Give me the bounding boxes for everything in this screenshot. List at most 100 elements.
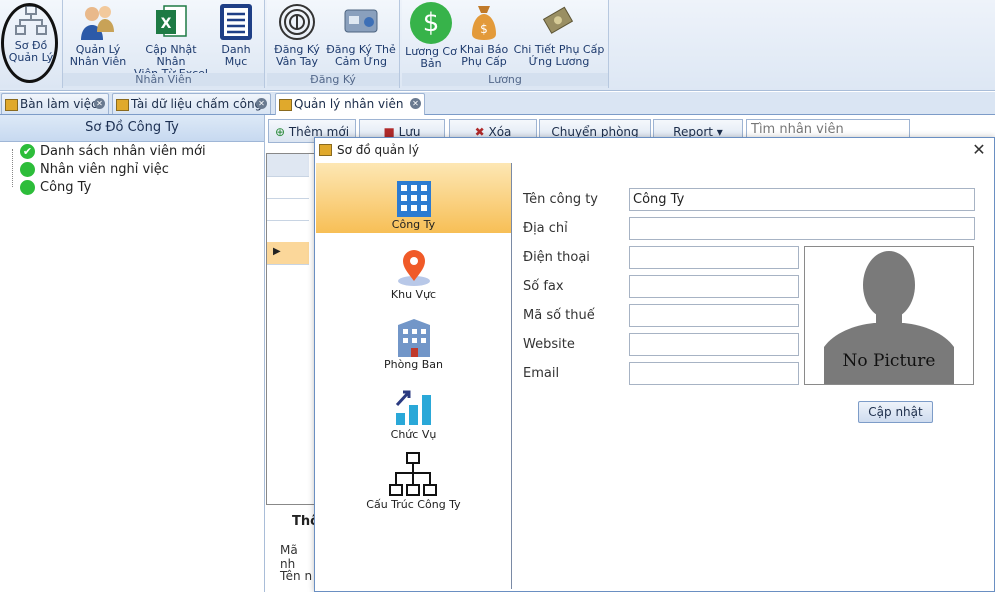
- quan-ly-label-2: Nhân Viên: [69, 55, 127, 68]
- money-bag-icon: $: [464, 2, 504, 42]
- tab-label: Bàn làm việc: [20, 97, 98, 111]
- khai-bao-phu-cap-button[interactable]: $ Khai Báo Phụ Cấp: [458, 2, 510, 68]
- ribbon: Sơ Đồ Quản Lý Quản Lý Nhân Viên X Cập Nh…: [0, 0, 995, 91]
- dialog-titlebar[interactable]: Sơ đồ quản lý ✕: [315, 138, 994, 162]
- close-icon[interactable]: ✕: [970, 138, 988, 162]
- fingerprint-icon: [277, 2, 317, 42]
- tab-tai-du-lieu[interactable]: Tài dữ liệu chấm công ✕: [112, 93, 271, 114]
- so-do-quan-ly-dialog: Sơ đồ quản lý ✕ Công Ty Khu Vực Phòng Ba…: [314, 137, 995, 592]
- ribbon-group-nhan-vien: Quản Lý Nhân Viên X Cập Nhật Nhân Viên T…: [63, 0, 265, 88]
- dialog-nav: Công Ty Khu Vực Phòng Ban Chức Vụ Cấu Tr…: [316, 163, 512, 589]
- close-icon[interactable]: ✕: [410, 98, 421, 109]
- tree-item-label: Danh sách nhân viên mới: [40, 144, 206, 159]
- add-icon: ⊕: [274, 125, 289, 139]
- group-label-dang-ky: Đăng Ký: [267, 73, 399, 86]
- the-label-2: Cảm Ứng: [334, 55, 388, 68]
- address-field[interactable]: [629, 217, 975, 240]
- nav-label: Phòng Ban: [383, 358, 444, 371]
- table-row[interactable]: ▶: [267, 242, 309, 265]
- company-name-label: Tên công ty: [523, 192, 598, 207]
- website-field[interactable]: [629, 333, 799, 356]
- nav-item-cong-ty[interactable]: Công Ty: [316, 163, 511, 233]
- group-label-luong: Lương: [402, 73, 608, 86]
- phone-label: Điện thoại: [523, 250, 590, 265]
- tree-item-label: Nhân viên nghỉ việc: [40, 162, 169, 177]
- tax-code-label: Mã số thuế: [523, 308, 595, 323]
- check-icon: ✔: [20, 144, 35, 159]
- nav-item-cau-truc[interactable]: Cấu Trúc Công Ty: [316, 443, 511, 513]
- highlight-ellipse: [1, 3, 58, 83]
- employees-icon: [78, 2, 118, 42]
- location-pin-icon: [394, 247, 434, 290]
- growth-chart-icon: [394, 387, 434, 430]
- company-logo-picture[interactable]: No Picture: [804, 246, 974, 385]
- chi-tiet-label-2: Ứng Lương: [528, 55, 590, 68]
- svg-text:X: X: [161, 16, 172, 32]
- nav-item-chuc-vu[interactable]: Chức Vụ: [316, 373, 511, 443]
- group-label-nhan-vien: Nhân Viên: [63, 73, 264, 86]
- luong-co-ban-button[interactable]: $ Lương Cơ Bản: [404, 2, 458, 70]
- tab-icon: [116, 99, 129, 111]
- quan-ly-nhan-vien-button[interactable]: Quản Lý Nhân Viên: [65, 2, 131, 68]
- status-dot-icon: [20, 162, 35, 177]
- tab-quan-ly-nhan-vien[interactable]: Quản lý nhân viên ✕: [275, 93, 425, 115]
- building-icon: [395, 179, 433, 222]
- email-label: Email: [523, 366, 560, 381]
- close-icon[interactable]: ✕: [94, 98, 105, 109]
- cap-nhat-excel-button[interactable]: X Cập Nhật Nhân Viên Từ Excel: [131, 2, 211, 80]
- document-tabs: Bàn làm việc ✕ Tài dữ liệu chấm công ✕ Q…: [0, 92, 995, 115]
- tree-item-label: Công Ty: [40, 180, 92, 195]
- tab-ban-lam-viec[interactable]: Bàn làm việc ✕: [1, 93, 109, 114]
- ribbon-group-dang-ky: Đăng Ký Vân Tay Đăng Ký Thẻ Cảm Ứng Đăng…: [267, 0, 400, 88]
- khai-bao-label-2: Phụ Cấp: [461, 55, 507, 68]
- danh-muc-button[interactable]: Danh Mục: [213, 2, 259, 68]
- nav-label: Công Ty: [391, 218, 436, 231]
- website-label: Website: [523, 337, 575, 352]
- cash-icon: [539, 2, 579, 42]
- dollar-icon: $: [410, 2, 452, 44]
- danh-muc-label-2: Mục: [224, 55, 248, 68]
- table-row[interactable]: [267, 198, 309, 221]
- office-building-icon: [394, 317, 434, 362]
- nav-label: Cấu Trúc Công Ty: [366, 498, 461, 511]
- grid-header: [267, 154, 309, 177]
- detail-label-1: Mã nh: [280, 543, 298, 571]
- update-button[interactable]: Cập nhật: [858, 401, 933, 423]
- cap-nhat-label-1: Cập Nhật Nhân: [145, 43, 197, 68]
- nav-label: Khu Vực: [390, 288, 437, 301]
- nav-item-phong-ban[interactable]: Phòng Ban: [316, 303, 511, 373]
- dang-ky-van-tay-button[interactable]: Đăng Ký Vân Tay: [269, 2, 325, 68]
- luong-co-ban-label-2: Bản: [420, 57, 442, 70]
- tab-label: Quản lý nhân viên: [294, 97, 404, 111]
- employee-grid[interactable]: ▶: [266, 153, 318, 505]
- no-picture-text: No Picture: [842, 351, 936, 371]
- fax-field[interactable]: [629, 275, 799, 298]
- detail-label-2: Tên n: [280, 569, 313, 583]
- address-label: Địa chỉ: [523, 221, 568, 236]
- chi-tiet-phu-cap-button[interactable]: Chi Tiết Phụ Cấp Ứng Lương: [512, 2, 606, 68]
- detail-area: Thô Mã nh Tên n: [266, 508, 319, 592]
- close-icon[interactable]: ✕: [256, 98, 267, 109]
- dang-ky-the-button[interactable]: Đăng Ký Thẻ Cảm Ứng: [325, 2, 397, 68]
- excel-icon: X: [154, 2, 188, 42]
- table-row[interactable]: [267, 220, 309, 243]
- tax-code-field[interactable]: [629, 304, 799, 327]
- left-panel: Sơ Đồ Công Ty ✔ Danh sách nhân viên mới …: [0, 115, 265, 592]
- ribbon-group-luong: $ Lương Cơ Bản $ Khai Báo Phụ Cấp Chi Ti…: [402, 0, 609, 88]
- ribbon-group-so-do: Sơ Đồ Quản Lý: [0, 0, 63, 88]
- company-name-field[interactable]: Công Ty: [629, 188, 975, 211]
- table-row[interactable]: [267, 176, 309, 199]
- hierarchy-icon: [388, 451, 438, 502]
- phone-field[interactable]: [629, 246, 799, 269]
- nav-item-khu-vuc[interactable]: Khu Vực: [316, 233, 511, 303]
- status-dot-icon: [20, 180, 35, 195]
- svg-text:$: $: [480, 22, 488, 36]
- left-panel-title: Sơ Đồ Công Ty: [0, 115, 264, 142]
- nav-label: Chức Vụ: [390, 428, 437, 441]
- tab-label: Tài dữ liệu chấm công: [131, 97, 263, 111]
- dialog-title: Sơ đồ quản lý: [337, 143, 419, 157]
- email-field[interactable]: [629, 362, 799, 385]
- list-icon: [218, 2, 254, 42]
- tab-icon: [279, 99, 292, 111]
- card-icon: [341, 2, 381, 42]
